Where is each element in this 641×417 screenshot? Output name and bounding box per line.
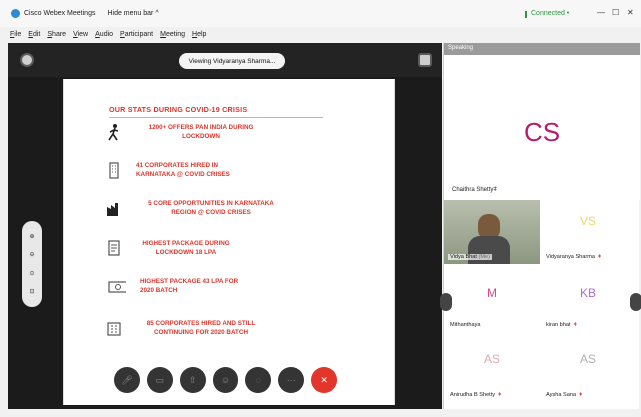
participants-panel: Speaking CS Chaithra Shettyǂ Vidya Bhat … — [440, 43, 641, 409]
money-icon — [108, 281, 126, 293]
mic-muted-icon: ǂ — [579, 392, 583, 398]
participant-tile[interactable]: AS Anirudha B Shetty ǂ — [444, 334, 540, 409]
speaker-name: Chaithra Shettyǂ — [452, 187, 497, 193]
menu-help[interactable]: Help — [192, 31, 206, 38]
end-meeting-button[interactable]: ✕ — [311, 367, 338, 393]
office-icon — [107, 322, 121, 336]
mic-muted-icon: ǂ — [498, 392, 502, 398]
stat-item: 1200+ OFFERS PAN INDIA DURING LOCKDOWN — [106, 123, 346, 141]
speaking-header: Speaking — [444, 43, 640, 55]
participant-video-tile[interactable]: Vidya Bhat (Me) — [444, 200, 540, 264]
maximize-button[interactable]: ☐ — [612, 8, 619, 17]
mic-muted-icon: ǂ — [493, 187, 497, 193]
menu-audio[interactable]: Audio — [95, 31, 113, 38]
hide-menu-bar-button[interactable]: Hide menu bar ^ — [107, 10, 158, 17]
title-bar: Cisco Webex Meetings Hide menu bar ^ Con… — [0, 0, 641, 27]
zoom-toolbar: ⊕ ⊖ ⊙ ⊡ — [22, 221, 42, 307]
connection-status[interactable]: Connected • — [524, 10, 569, 18]
fit-icon[interactable]: ⊙ — [29, 270, 34, 277]
slide-heading: OUR STATS DURING COVID-19 CRISIS — [109, 105, 248, 114]
webex-window: Cisco Webex Meetings Hide menu bar ^ Con… — [0, 0, 641, 417]
stat-item: 5 CORE OPPORTUNITIES IN KARNATAKA REGION… — [106, 199, 346, 217]
participants-button[interactable]: ☺ — [212, 367, 239, 393]
document-icon — [108, 240, 120, 256]
participant-initials: AS — [483, 352, 500, 366]
menu-meeting[interactable]: Meeting — [160, 31, 185, 38]
menu-participant[interactable]: Participant — [120, 31, 153, 38]
layout-icon[interactable] — [418, 53, 432, 67]
stat-item: 41 CORPORATES HIRED IN KARNATAKA @ COVID… — [106, 161, 346, 179]
factory-icon — [107, 203, 118, 216]
viewing-indicator[interactable]: Viewing Vidyaranya Sharma... — [179, 53, 285, 69]
heading-divider — [109, 117, 323, 118]
participant-name: Anirudha B Shetty ǂ — [450, 392, 502, 398]
menu-edit[interactable]: Edit — [28, 31, 40, 38]
participant-initials: KB — [579, 286, 596, 300]
zoom-out-icon[interactable]: ⊖ — [29, 251, 34, 258]
participant-initials: VS — [579, 214, 596, 228]
mute-button[interactable]: 🎤︎ — [114, 367, 140, 393]
mic-muted-icon: ǂ — [598, 254, 602, 260]
app-title: Cisco Webex Meetings — [24, 10, 96, 17]
participant-name: Vidya Bhat (Me) — [448, 254, 493, 260]
participant-name: Aysha Sana ǂ — [546, 392, 583, 398]
webex-logo-icon — [11, 9, 20, 18]
menu-file[interactable]: File — [10, 31, 21, 38]
scroll-left-icon[interactable] — [440, 293, 452, 311]
stat-text: 41 CORPORATES HIRED IN KARNATAKA @ COVID… — [136, 162, 230, 178]
fullscreen-icon[interactable]: ⊡ — [29, 288, 34, 295]
menu-share[interactable]: Share — [47, 31, 66, 38]
participant-initials: AS — [579, 352, 596, 366]
building-icon — [109, 162, 119, 179]
active-speaker-tile[interactable]: CS Chaithra Shettyǂ — [444, 55, 640, 200]
stat-text: HIGHEST PACKAGE DURING LOCKDOWN 18 LPA — [142, 240, 230, 256]
participant-tile[interactable]: AS Aysha Sana ǂ — [540, 334, 636, 409]
stat-text: 85 CORPORATES HIRED AND STILL CONTINUING… — [146, 320, 256, 336]
participant-initials: M — [487, 286, 497, 300]
info-icon[interactable] — [20, 53, 34, 67]
zoom-in-icon[interactable]: ⊕ — [29, 233, 34, 240]
close-button[interactable]: ✕ — [627, 8, 634, 17]
more-options-button[interactable]: ··· — [278, 367, 305, 393]
scroll-right-icon[interactable] — [630, 293, 641, 311]
share-button[interactable]: ⇧ — [179, 367, 206, 393]
stat-text: 1200+ OFFERS PAN INDIA DURING LOCKDOWN — [148, 124, 254, 140]
runner-icon — [108, 124, 119, 141]
participant-name: Vidyaranya Sharma ǂ — [546, 254, 602, 260]
stat-item: HIGHEST PACKAGE 43 LPA FOR 2020 BATCH — [106, 277, 346, 295]
participant-name: kiran bhat ǂ — [546, 322, 577, 328]
mic-muted-icon: ǂ — [573, 322, 577, 328]
shared-slide: OUR STATS DURING COVID-19 CRISIS 1200+ O… — [63, 79, 395, 405]
meeting-controls: 🎤︎ ▭ ⇧ ☺ ◌ ··· ✕ — [114, 361, 344, 399]
chat-button[interactable]: ◌ — [245, 367, 272, 393]
participant-tile[interactable]: VS Vidyaranya Sharma ǂ — [540, 200, 636, 264]
participant-tile[interactable]: KB kiran bhat ǂ — [540, 264, 636, 334]
menu-bar: File Edit Share View Audio Participant M… — [0, 27, 641, 41]
stat-text: HIGHEST PACKAGE 43 LPA FOR 2020 BATCH — [140, 278, 239, 294]
participant-name: Mithanthaya — [450, 322, 481, 328]
video-button[interactable]: ▭ — [146, 367, 173, 393]
stat-item: 85 CORPORATES HIRED AND STILL CONTINUING… — [106, 319, 346, 337]
stat-text: 5 CORE OPPORTUNITIES IN KARNATAKA REGION… — [148, 200, 274, 216]
stat-item: HIGHEST PACKAGE DURING LOCKDOWN 18 LPA — [106, 239, 346, 257]
menu-view[interactable]: View — [73, 31, 88, 38]
speaker-initials: CS — [523, 117, 561, 147]
minimize-button[interactable]: — — [597, 8, 605, 17]
shared-content-stage: Viewing Vidyaranya Sharma... OUR STATS D… — [8, 43, 442, 409]
participant-tile[interactable]: M Mithanthaya — [444, 264, 540, 334]
